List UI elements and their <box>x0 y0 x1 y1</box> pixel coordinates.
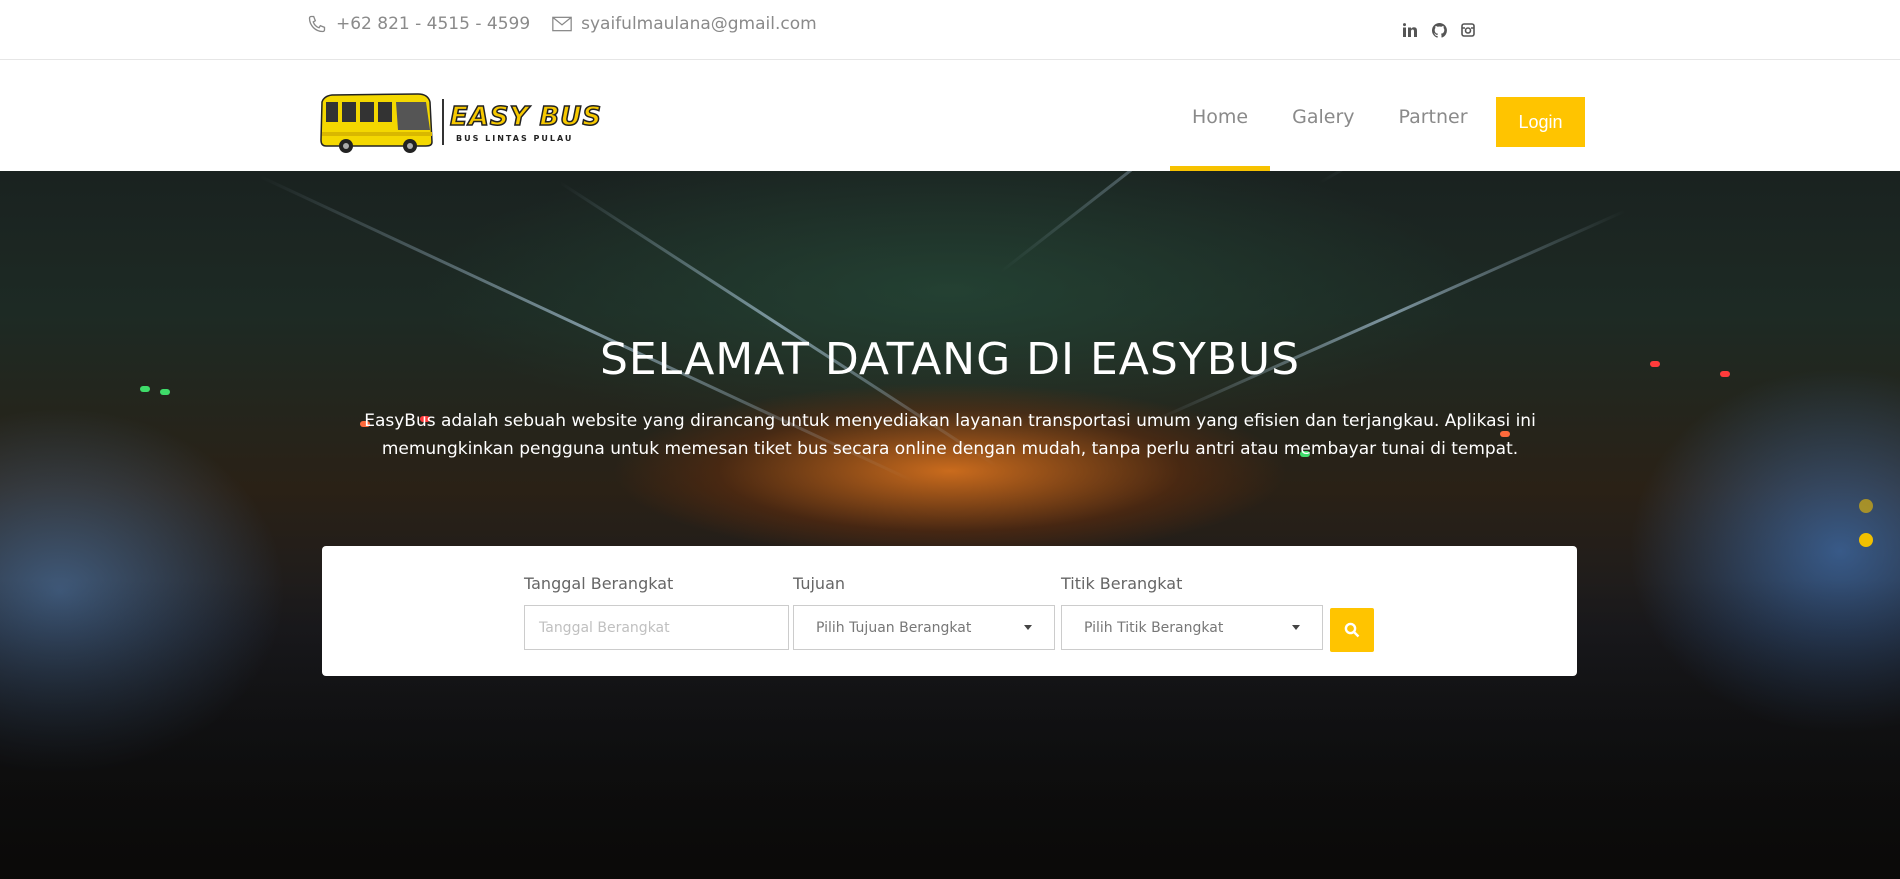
brand-tagline: BUS LINTAS PULAU <box>456 133 574 143</box>
brand-logo[interactable]: EASY BUS BUS LINTAS PULAU <box>318 90 602 154</box>
search-panel: Tanggal Berangkat Tanggal Berangkat Tuju… <box>322 546 1577 676</box>
destination-label: Tujuan <box>793 574 846 593</box>
email-address: syaifulmaulana@gmail.com <box>581 14 817 34</box>
contact-info: +62 821 - 4515 - 4599 syaifulmaulana@gma… <box>307 14 839 34</box>
top-bar: +62 821 - 4515 - 4599 syaifulmaulana@gma… <box>0 0 1900 60</box>
search-button[interactable] <box>1330 608 1374 652</box>
slider-dot-2[interactable] <box>1859 533 1873 547</box>
phone-number: +62 821 - 4515 - 4599 <box>336 14 531 34</box>
date-field-group: Tanggal Berangkat Tanggal Berangkat <box>524 574 789 650</box>
main-navbar: EASY BUS BUS LINTAS PULAU Home Galery Pa… <box>0 60 1900 171</box>
destination-value: Pilih Tujuan Berangkat <box>816 619 972 636</box>
email-contact[interactable]: syaifulmaulana@gmail.com <box>552 14 817 34</box>
envelope-icon <box>552 16 572 32</box>
linkedin-icon[interactable] <box>1402 22 1418 38</box>
nav-item-home[interactable]: Home <box>1170 60 1271 171</box>
logo-divider <box>442 99 444 145</box>
instagram-icon[interactable] <box>1460 22 1476 38</box>
hero-title: SELAMAT DATANG DI EASYBUS <box>599 334 1301 385</box>
origin-field-group: Titik Berangkat Pilih Titik Berangkat <box>1061 574 1323 650</box>
date-input[interactable]: Tanggal Berangkat <box>524 605 789 650</box>
origin-value: Pilih Titik Berangkat <box>1084 619 1224 636</box>
social-links <box>1402 22 1489 38</box>
nav-item-galery[interactable]: Galery <box>1270 60 1376 171</box>
destination-select[interactable]: Pilih Tujuan Berangkat <box>793 605 1055 650</box>
bus-logo-icon <box>320 93 433 153</box>
brand-name: EASY BUS <box>449 101 603 133</box>
hero-section: SELAMAT DATANG DI EASYBUS EasyBus adalah… <box>0 171 1900 879</box>
chevron-down-icon <box>1024 625 1032 630</box>
search-icon <box>1344 622 1360 638</box>
destination-field-group: Tujuan Pilih Tujuan Berangkat <box>793 574 1055 650</box>
slider-dot-1[interactable] <box>1859 499 1873 513</box>
chevron-down-icon <box>1292 625 1300 630</box>
phone-icon <box>308 15 326 33</box>
nav-item-partner[interactable]: Partner <box>1377 60 1490 171</box>
slider-pagination <box>1859 499 1873 567</box>
phone-contact[interactable]: +62 821 - 4515 - 4599 <box>307 14 530 34</box>
hero-description: EasyBus adalah sebuah website yang diran… <box>364 411 1536 459</box>
nav-menu: Home Galery Partner <box>1170 60 1490 171</box>
origin-label: Titik Berangkat <box>1061 574 1183 593</box>
login-button[interactable]: Login <box>1496 97 1585 147</box>
origin-select[interactable]: Pilih Titik Berangkat <box>1061 605 1323 650</box>
github-icon[interactable] <box>1431 22 1447 38</box>
date-label: Tanggal Berangkat <box>524 574 674 593</box>
